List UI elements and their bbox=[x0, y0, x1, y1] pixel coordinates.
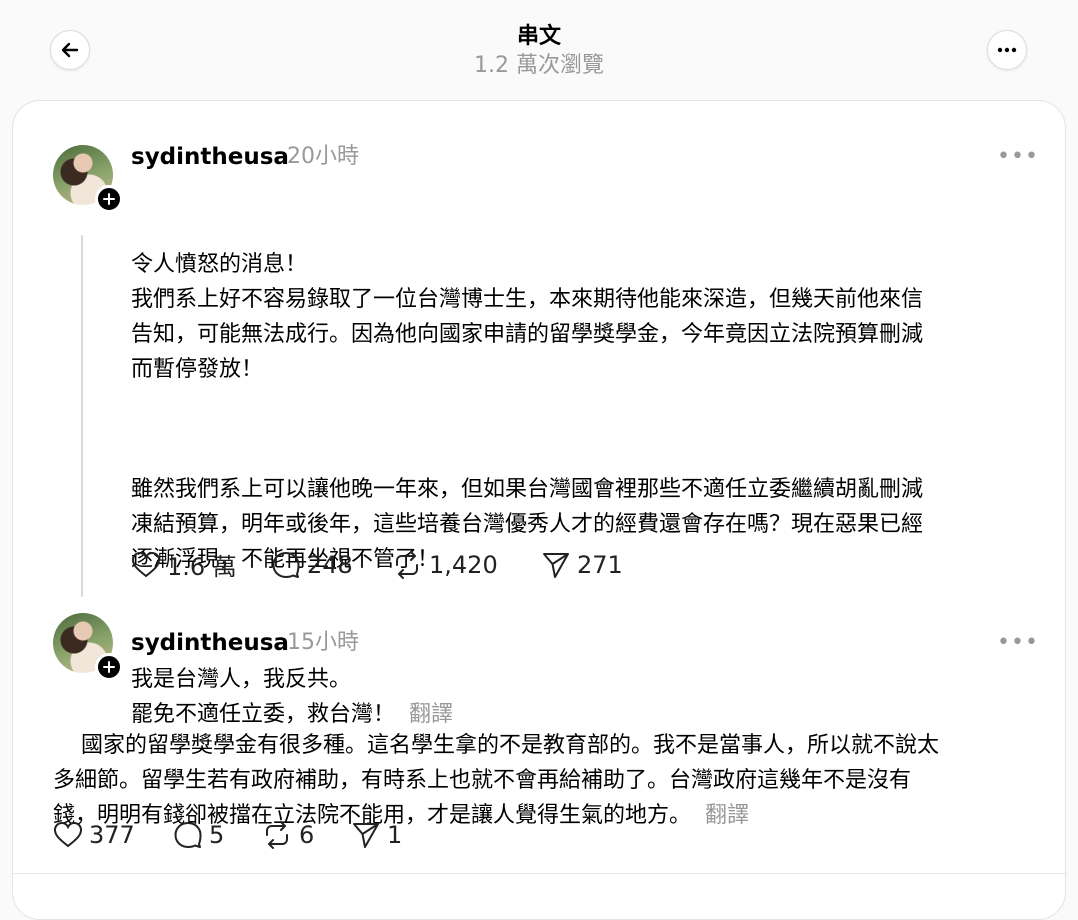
view-count: 1.2 萬次瀏覽 bbox=[474, 53, 604, 78]
post-paragraph: 國家的留學獎學金有很多種。這名學生拿的不是教育部的。我不是當事人，所以就不說太 … bbox=[53, 733, 939, 828]
repost-icon bbox=[396, 550, 418, 579]
post-paragraph: 令人憤怒的消息！ 我們系上好不容易錄取了一位台灣博士生，本來期待他能來深造，但幾… bbox=[131, 252, 924, 382]
divider bbox=[13, 873, 1067, 874]
comment-button[interactable]: 248 bbox=[271, 551, 391, 579]
post-time[interactable]: 20小時 bbox=[287, 142, 359, 172]
heart-icon bbox=[131, 551, 161, 577]
share-button[interactable]: 1 bbox=[351, 821, 402, 849]
plus-icon bbox=[103, 193, 115, 205]
avatar[interactable] bbox=[53, 145, 123, 213]
translate-link[interactable]: 翻譯 bbox=[705, 803, 749, 828]
like-count: 1.6 萬 bbox=[167, 553, 237, 581]
send-icon bbox=[543, 552, 569, 578]
like-count: 377 bbox=[89, 821, 135, 849]
share-count: 1 bbox=[387, 821, 403, 849]
repost-count: 1,420 bbox=[429, 550, 498, 579]
comment-bubble-icon bbox=[174, 822, 202, 848]
like-button[interactable]: 377 bbox=[53, 821, 173, 849]
share-count: 271 bbox=[577, 550, 623, 579]
page-title: 串文 bbox=[516, 24, 561, 49]
post-username[interactable]: sydintheusa bbox=[131, 142, 289, 172]
send-icon bbox=[353, 823, 379, 848]
post-actions: 1.6 萬 248 1,420 271 bbox=[131, 547, 623, 582]
heart-icon bbox=[53, 821, 83, 848]
comment-button[interactable]: 5 bbox=[173, 821, 261, 849]
more-options-button[interactable] bbox=[987, 30, 1027, 70]
plus-icon bbox=[103, 661, 115, 673]
share-button[interactable]: 271 bbox=[541, 551, 623, 579]
thread-card: sydintheusa 20小時 ••• 令人憤怒的消息！ 我們系上好不容易錄取… bbox=[12, 100, 1067, 920]
repost-button[interactable]: 1,420 bbox=[391, 550, 541, 579]
thread-line bbox=[81, 235, 83, 597]
post-actions: 377 5 6 1 bbox=[53, 821, 402, 849]
comment-count: 5 bbox=[209, 821, 225, 849]
like-button[interactable]: 1.6 萬 bbox=[131, 547, 271, 582]
comment-bubble-icon bbox=[272, 551, 300, 578]
post-more-button[interactable]: ••• bbox=[997, 146, 1039, 168]
post-more-button[interactable]: ••• bbox=[997, 632, 1039, 654]
more-dots-icon bbox=[997, 47, 1017, 53]
comment-count: 248 bbox=[307, 550, 353, 579]
top-bar: 串文 1.2 萬次瀏覽 bbox=[0, 0, 1078, 100]
repost-count: 6 bbox=[299, 821, 315, 849]
repost-icon bbox=[266, 821, 288, 849]
avatar[interactable] bbox=[53, 613, 123, 681]
post-time[interactable]: 15小時 bbox=[287, 628, 359, 658]
post-username[interactable]: sydintheusa bbox=[131, 628, 289, 658]
follow-button[interactable] bbox=[95, 653, 123, 681]
repost-button[interactable]: 6 bbox=[261, 821, 351, 849]
follow-button[interactable] bbox=[95, 185, 123, 213]
